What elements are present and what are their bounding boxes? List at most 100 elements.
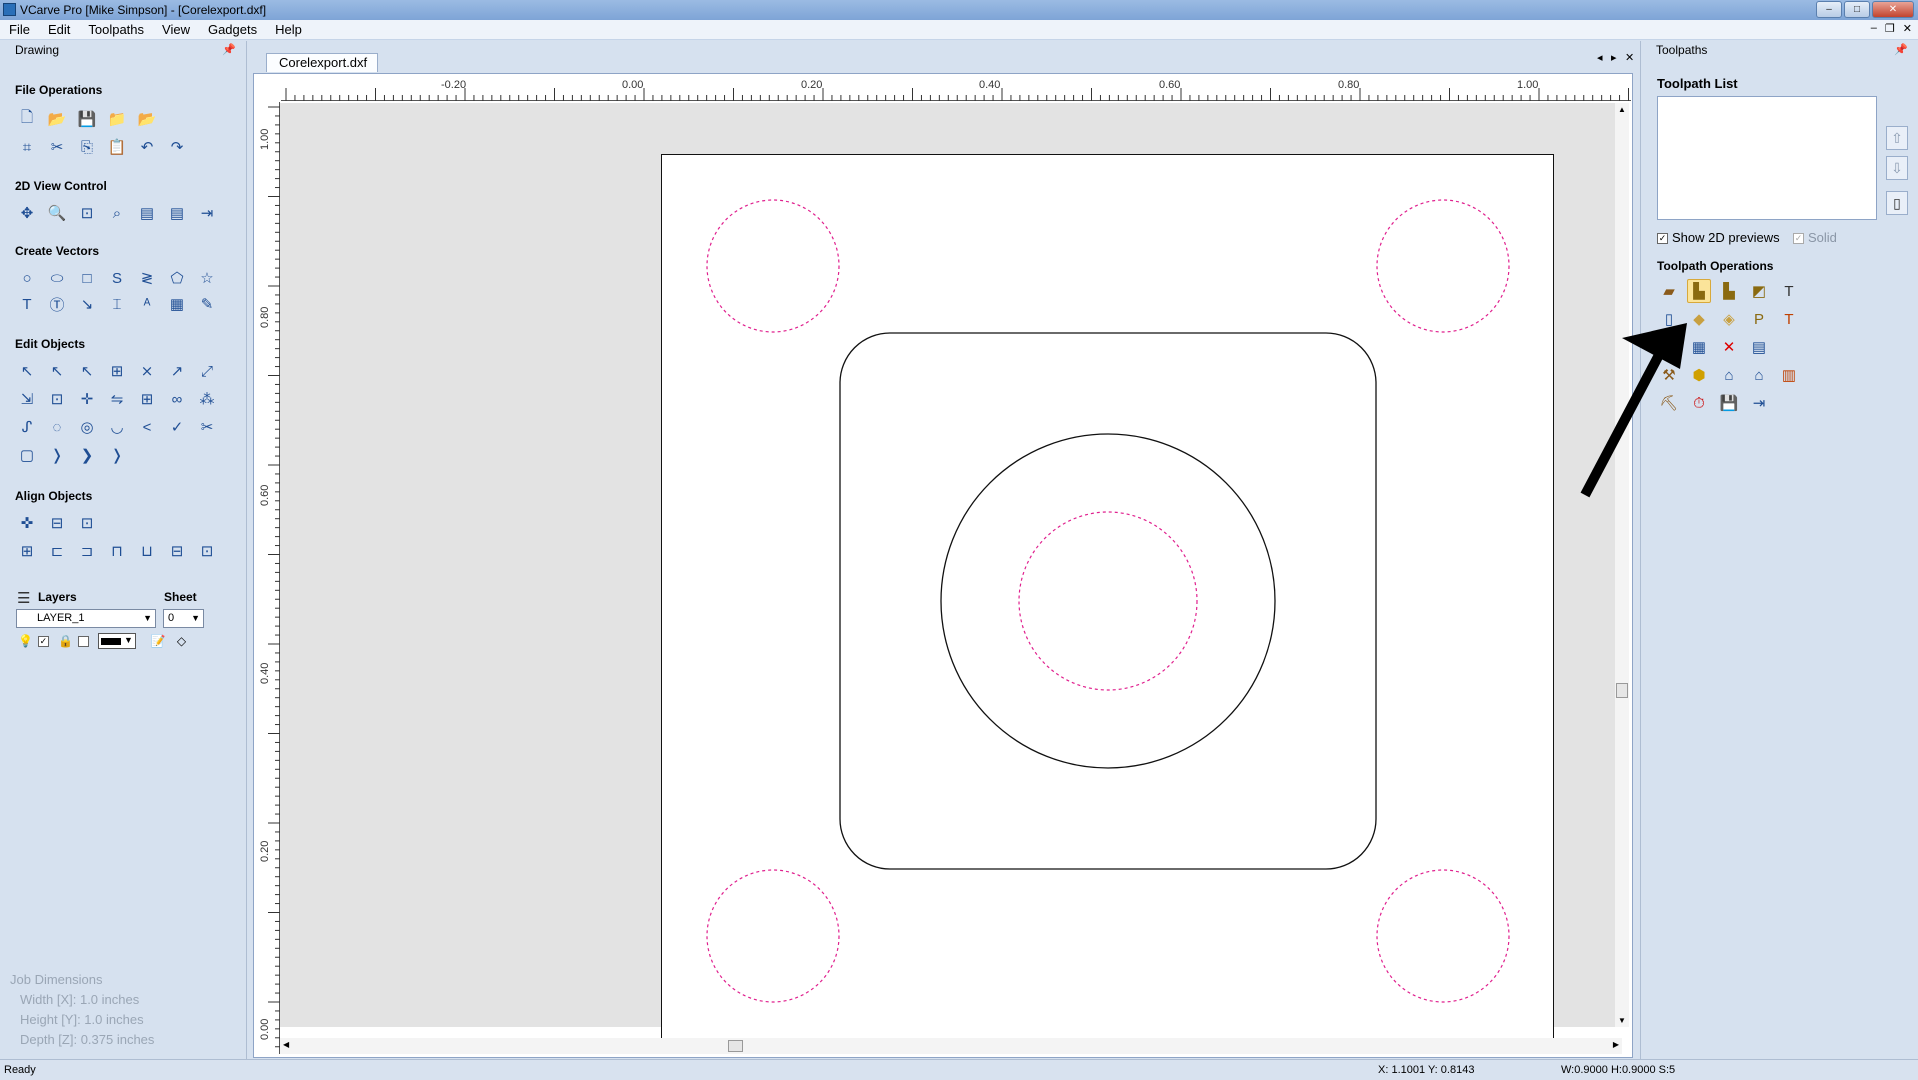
job-setup-icon[interactable]: ⌗ — [15, 135, 39, 159]
trim-icon[interactable]: ✓ — [165, 415, 189, 439]
scale-icon[interactable]: ⤢ — [195, 359, 219, 383]
close-window-button[interactable]: ✕ — [1872, 1, 1914, 18]
layer-visible-checkbox[interactable]: ✓ — [37, 635, 49, 647]
import-bitmap-icon[interactable]: 📂 — [135, 107, 159, 131]
merge-toolpaths-icon[interactable]: ⌂ — [1717, 363, 1741, 387]
vertical-scrollbar[interactable]: ▲ ▼ — [1615, 103, 1629, 1027]
break-icon[interactable]: ❭ — [105, 443, 129, 467]
interactive-select-icon[interactable]: ↖ — [75, 359, 99, 383]
show-2d-previews-option[interactable]: ✓ Show 2D previews — [1657, 230, 1780, 245]
offset-icon[interactable]: < — [135, 415, 159, 439]
profile-toolpath-icon[interactable]: ▙ — [1687, 279, 1711, 303]
align-left-icon[interactable]: ⊏ — [45, 539, 69, 563]
align-right-icon[interactable]: ⊐ — [75, 539, 99, 563]
fillet-icon[interactable]: ◡ — [105, 415, 129, 439]
solid-checkbox[interactable]: ✓ — [1793, 233, 1804, 245]
horizontal-scrollbar[interactable]: ◀ ▶ — [280, 1038, 1622, 1054]
dashed-circle-bottom-left[interactable] — [706, 869, 840, 1003]
align-vcenter-icon[interactable]: ⊟ — [45, 511, 69, 535]
vcarve-toolpath-icon[interactable]: T — [1777, 279, 1801, 303]
rectangle-icon[interactable]: □ — [75, 266, 99, 290]
layer-color-select[interactable]: ▼ — [97, 633, 136, 649]
menu-view[interactable]: View — [153, 20, 199, 39]
auto-layout-icon[interactable]: ᴬ — [135, 292, 159, 316]
document-tab[interactable]: Corelexport.dxf — [266, 53, 378, 72]
select-icon[interactable]: ↖ — [15, 359, 39, 383]
layer-lock-checkbox[interactable] — [77, 635, 89, 647]
cut-icon[interactable]: ✂ — [45, 135, 69, 159]
open-file-icon[interactable]: 📂 — [45, 107, 69, 131]
import-icon[interactable]: 📁 — [105, 107, 129, 131]
engrave-toolpath-icon[interactable]: T — [1777, 307, 1801, 331]
pin-icon[interactable]: 📌 — [222, 41, 236, 60]
drilling-toolpath-icon[interactable]: ◩ — [1747, 279, 1771, 303]
intersect-icon[interactable]: ◎ — [75, 415, 99, 439]
text-box-icon[interactable]: Ⓣ — [45, 292, 69, 316]
mdi-minimize-button[interactable]: – — [1871, 22, 1877, 35]
resize-icon[interactable]: ⊡ — [45, 387, 69, 411]
tab-close-icon[interactable]: ✕ — [1625, 51, 1634, 64]
extend-icon[interactable]: ❯ — [75, 443, 99, 467]
space-h-icon[interactable]: ⊟ — [165, 539, 189, 563]
mdi-restore-button[interactable]: ❐ — [1885, 22, 1895, 35]
close-vector-icon[interactable]: ❭ — [45, 443, 69, 467]
rounded-square[interactable] — [839, 332, 1377, 870]
array-icon[interactable]: ▦ — [165, 292, 189, 316]
delete-node-icon[interactable]: ⨯ — [135, 359, 159, 383]
ellipse-icon[interactable]: ⬭ — [45, 266, 69, 290]
align-bottom-icon[interactable]: ⊔ — [135, 539, 159, 563]
view-right-icon[interactable]: ⇥ — [195, 201, 219, 225]
layer-select[interactable]: LAYER_1 ▼ — [16, 609, 156, 628]
canvas-area[interactable] — [280, 103, 1622, 1047]
mirror-icon[interactable]: ⇋ — [105, 387, 129, 411]
dashed-circle-top-left[interactable] — [706, 199, 840, 333]
join-icon[interactable]: ∞ — [165, 387, 189, 411]
move-icon[interactable]: ⇲ — [15, 387, 39, 411]
text-fit-icon[interactable]: ⌶ — [105, 292, 129, 316]
lock-icon[interactable]: 🔒 — [58, 634, 73, 648]
measure-icon[interactable]: ↗ — [165, 359, 189, 383]
curve-icon[interactable]: ≷ — [135, 266, 159, 290]
export-toolpath-icon[interactable]: ⇥ — [1747, 391, 1771, 415]
scroll-left-icon[interactable]: ◀ — [283, 1040, 289, 1049]
pocket-toolpath-icon[interactable]: ▙ — [1717, 279, 1741, 303]
sheet-select[interactable]: 0 ▼ — [163, 609, 204, 628]
grid-icon[interactable]: ⊞ — [135, 387, 159, 411]
copy-icon[interactable]: ⎘ — [75, 135, 99, 159]
menu-help[interactable]: Help — [266, 20, 311, 39]
nest-icon[interactable]: ⁂ — [195, 387, 219, 411]
zoom-box-icon[interactable]: ⌕ — [105, 201, 129, 225]
view-middle-icon[interactable]: ▤ — [165, 201, 189, 225]
toolpath-summary-button[interactable]: ▯ — [1886, 191, 1908, 215]
prism-toolpath-icon[interactable]: P — [1747, 307, 1771, 331]
tab-scroll-left-icon[interactable]: ◂ — [1597, 51, 1603, 64]
paste-icon[interactable]: 📋 — [105, 135, 129, 159]
menu-toolpaths[interactable]: Toolpaths — [79, 20, 153, 39]
save-toolpath-icon[interactable]: 💾 — [1717, 391, 1741, 415]
maximize-button[interactable]: □ — [1844, 1, 1870, 18]
menu-edit[interactable]: Edit — [39, 20, 79, 39]
text-icon[interactable]: T — [15, 292, 39, 316]
toolpath-list[interactable] — [1657, 96, 1877, 220]
align-hcenter-icon[interactable]: ⊡ — [75, 511, 99, 535]
align-top-icon[interactable]: ⊓ — [105, 539, 129, 563]
subtract-icon[interactable]: ◌ — [45, 415, 69, 439]
circle-icon[interactable]: ○ — [15, 266, 39, 290]
horizontal-scroll-thumb[interactable] — [728, 1040, 743, 1052]
material-setup-icon[interactable]: ▰ — [1657, 279, 1681, 303]
save-icon[interactable]: 💾 — [75, 107, 99, 131]
menu-file[interactable]: File — [0, 20, 39, 39]
polygon-icon[interactable]: ⬠ — [165, 266, 189, 290]
delete-toolpath-icon[interactable]: ✕ — [1717, 335, 1741, 359]
template-icon[interactable]: ▤ — [1747, 335, 1771, 359]
view-left-icon[interactable]: ▤ — [135, 201, 159, 225]
smooth-icon[interactable]: ▢ — [15, 443, 39, 467]
tiling-icon[interactable]: ▥ — [1777, 363, 1801, 387]
toolpath-template-icon[interactable]: ⌂ — [1747, 363, 1771, 387]
mdi-close-button[interactable]: ✕ — [1903, 22, 1912, 35]
new-file-icon[interactable]: 🗋 — [15, 107, 39, 131]
redo-icon[interactable]: ↷ — [165, 135, 189, 159]
move-down-button[interactable]: ⇩ — [1886, 156, 1908, 180]
text-on-curve-icon[interactable]: ↘ — [75, 292, 99, 316]
bulb-icon[interactable]: 💡 — [18, 634, 33, 648]
